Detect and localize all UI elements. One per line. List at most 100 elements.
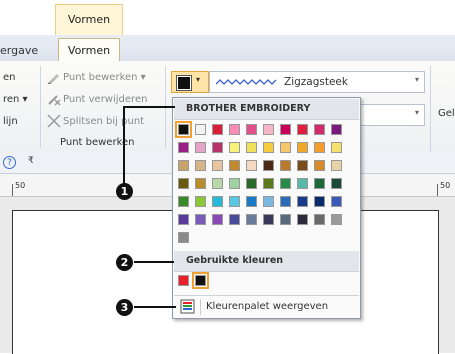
callout-line — [134, 306, 176, 308]
callout-marker-2: 2 — [116, 254, 133, 271]
color-swatch[interactable] — [246, 160, 257, 171]
callout-line — [134, 261, 174, 263]
help-icon[interactable]: ? — [3, 156, 16, 169]
color-swatch[interactable] — [280, 214, 291, 225]
tab-weergave[interactable]: ergave — [0, 44, 38, 57]
color-swatch[interactable] — [263, 214, 274, 225]
color-swatch[interactable] — [178, 214, 189, 225]
color-swatch[interactable] — [263, 142, 274, 153]
open-palette-label: Kleurenpalet weergeven — [206, 301, 329, 312]
used-color-swatch[interactable] — [178, 275, 189, 286]
color-swatch[interactable] — [212, 196, 223, 207]
color-swatch[interactable] — [195, 142, 206, 153]
current-color-swatch — [176, 75, 192, 91]
color-swatch[interactable] — [212, 214, 223, 225]
color-swatch[interactable] — [314, 142, 325, 153]
color-swatch[interactable] — [178, 178, 189, 189]
color-swatch[interactable] — [212, 178, 223, 189]
color-swatch[interactable] — [280, 160, 291, 171]
color-swatch[interactable] — [297, 196, 308, 207]
brother-embroidery-label: BROTHER EMBROIDERY — [186, 103, 311, 114]
chevron-down-icon: ▾ — [196, 75, 201, 84]
color-swatch[interactable] — [314, 178, 325, 189]
left-group-item[interactable]: lijn — [3, 116, 18, 127]
color-swatch[interactable] — [263, 196, 274, 207]
color-swatch[interactable] — [212, 160, 223, 171]
context-tab-vormen[interactable]: Vormen — [55, 4, 123, 36]
color-swatch[interactable] — [297, 178, 308, 189]
color-swatch[interactable] — [314, 214, 325, 225]
color-swatch[interactable] — [280, 142, 291, 153]
color-swatch[interactable] — [331, 160, 342, 171]
line-color-button[interactable]: ▾ — [171, 71, 209, 93]
color-swatch[interactable] — [297, 124, 308, 135]
color-swatch[interactable] — [195, 214, 206, 225]
color-swatch[interactable] — [212, 142, 223, 153]
ribbon-separator — [40, 66, 41, 148]
color-swatch[interactable] — [314, 124, 325, 135]
brother-embroidery-header: BROTHER EMBROIDERY — [174, 99, 359, 120]
color-swatch[interactable] — [297, 160, 308, 171]
color-swatch[interactable] — [212, 124, 223, 135]
color-swatch[interactable] — [229, 178, 240, 189]
callout-marker-3: 3 — [116, 299, 133, 316]
left-group-item[interactable]: ren ▾ — [3, 94, 28, 105]
color-swatch[interactable] — [314, 160, 325, 171]
color-swatch[interactable] — [246, 178, 257, 189]
right-group-partial-label[interactable]: Gel — [438, 108, 455, 119]
color-swatch[interactable] — [229, 142, 240, 153]
ruler-label: 50 — [440, 181, 451, 190]
color-swatch[interactable] — [229, 124, 240, 135]
color-swatch[interactable] — [246, 124, 257, 135]
color-swatch[interactable] — [246, 196, 257, 207]
color-swatch[interactable] — [263, 160, 274, 171]
customize-toolbar-icon[interactable]: ₹ — [28, 156, 34, 166]
color-swatch[interactable] — [263, 124, 274, 135]
used-color-swatch[interactable] — [192, 272, 209, 289]
delete-point-icon — [48, 95, 61, 106]
color-swatch[interactable] — [195, 196, 206, 207]
edit-point-icon — [48, 74, 59, 84]
color-swatch[interactable] — [331, 124, 342, 135]
zigzag-stitch-icon — [216, 79, 277, 85]
stitch-type-select[interactable]: Zigzagsteek ▾ — [209, 71, 425, 93]
color-swatch[interactable] — [229, 214, 240, 225]
color-swatch[interactable] — [331, 178, 342, 189]
tab-vormen[interactable]: Vormen — [58, 38, 120, 62]
color-swatch[interactable] — [175, 121, 192, 138]
color-palette-dropdown: BROTHER EMBROIDERY Gebruikte kleuren Kle… — [172, 97, 361, 319]
delete-point-button[interactable]: Punt verwijderen — [63, 94, 147, 105]
color-swatch[interactable] — [195, 178, 206, 189]
color-swatch[interactable] — [263, 178, 274, 189]
divider — [200, 299, 201, 315]
color-swatch[interactable] — [280, 196, 291, 207]
edit-point-button[interactable]: Punt bewerken ▾ — [63, 72, 146, 83]
color-swatch[interactable] — [280, 178, 291, 189]
color-swatch[interactable] — [178, 196, 189, 207]
open-color-palette-button[interactable]: Kleurenpalet weergeven — [174, 295, 359, 318]
ruler-tick — [437, 184, 438, 196]
color-swatch[interactable] — [195, 160, 206, 171]
color-swatch[interactable] — [178, 232, 189, 243]
secondary-select[interactable]: ▾ — [360, 104, 425, 126]
color-swatch[interactable] — [297, 142, 308, 153]
color-swatch[interactable] — [314, 196, 325, 207]
color-swatch[interactable] — [195, 124, 206, 135]
color-swatch[interactable] — [178, 160, 189, 171]
tab-vormen-label: Vormen — [67, 44, 111, 57]
color-swatch[interactable] — [178, 142, 189, 153]
color-swatch[interactable] — [280, 124, 291, 135]
color-swatch[interactable] — [297, 214, 308, 225]
color-swatch[interactable] — [246, 214, 257, 225]
used-colors-header: Gebruikte kleuren — [174, 251, 359, 272]
color-palette-icon — [180, 299, 195, 314]
split-point-button[interactable]: Splitsen bij punt — [63, 116, 144, 127]
color-swatch[interactable] — [229, 196, 240, 207]
color-swatch[interactable] — [229, 160, 240, 171]
color-swatch[interactable] — [331, 142, 342, 153]
left-group-item[interactable]: en — [3, 72, 16, 83]
color-swatch[interactable] — [331, 196, 342, 207]
chevron-down-icon: ▾ — [414, 108, 419, 117]
color-swatch[interactable] — [246, 142, 257, 153]
color-swatch[interactable] — [331, 214, 342, 225]
